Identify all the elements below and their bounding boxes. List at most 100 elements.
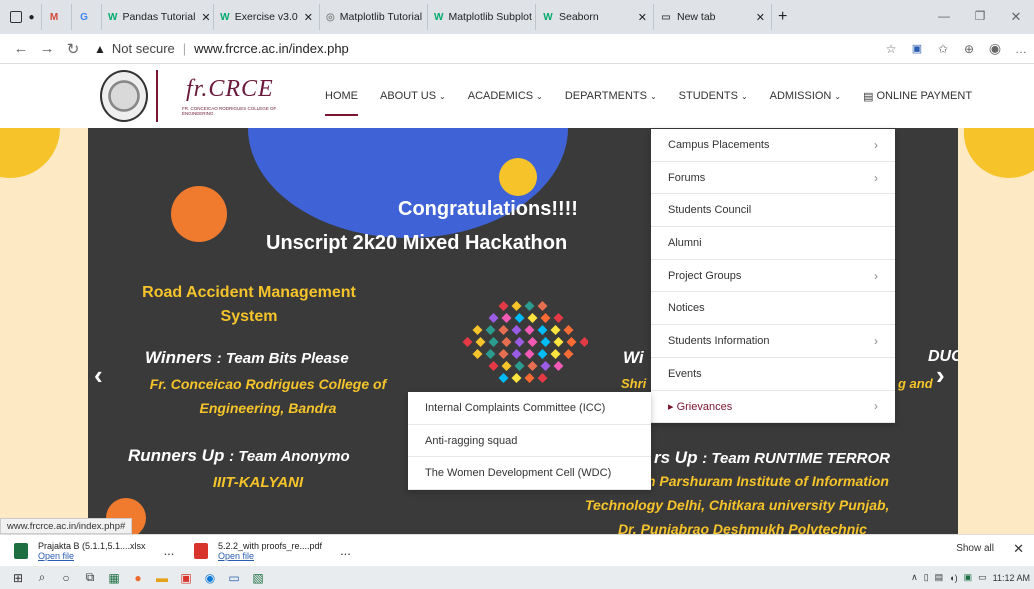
mosaic-tile [550,325,561,335]
students-menu-item[interactable]: Project Groups › [651,260,895,293]
tray-app-icon[interactable]: ▣ [964,572,973,583]
mosaic-tile [537,301,548,311]
excel-window-icon[interactable]: ▧ [246,571,270,585]
students-menu-item[interactable]: ▸ Grievances › [651,391,895,424]
favorite-star-icon[interactable]: ☆ [878,42,904,56]
tab-actions-icon[interactable] [10,11,22,23]
google-icon: G [80,11,88,23]
open-file-link[interactable]: Open file [218,551,322,561]
nav-students[interactable]: STUDENTS ⌄ [679,64,748,128]
browser-tab[interactable]: W Seaborn ✕ [536,4,654,30]
congrats-heading: Congratulations!!!! [398,198,578,220]
download-more-options[interactable]: ... [340,543,351,558]
slider-next-arrow-icon[interactable]: › [936,360,945,391]
outlook-app-icon[interactable]: ▭ [222,571,246,585]
powerpoint-app-icon[interactable]: ▣ [174,571,198,585]
grievances-menu-item[interactable]: Anti-ragging squad [408,425,651,458]
open-file-link[interactable]: Open file [38,551,146,561]
nav-admission[interactable]: ADMISSION ⌄ [770,64,841,128]
slider-prev-arrow-icon[interactable]: ‹ [94,360,103,391]
mosaic-tile [566,337,577,347]
grievances-menu-item[interactable]: Internal Complaints Committee (ICC) [408,392,651,425]
tray-chevron-icon[interactable]: ∧ [911,572,918,583]
nav-home[interactable]: HOME [325,64,358,128]
mosaic-tile [498,325,509,335]
search-icon[interactable]: ⌕ [30,570,54,585]
back-icon[interactable]: ← [8,40,34,57]
more-menu-icon[interactable]: … [1008,42,1034,56]
forward-icon[interactable]: → [34,40,60,57]
status-url-tooltip: www.frcrce.ac.in/index.php# [0,518,133,534]
windows-start-icon[interactable]: ⊞ [6,571,30,585]
extension-icon[interactable]: ▣ [904,42,930,55]
browser-tab[interactable]: ▭ New tab ✕ [654,4,772,30]
close-tab-icon[interactable]: ✕ [195,11,210,24]
students-menu-item[interactable]: Students Information › [651,325,895,358]
close-tab-icon[interactable]: ✕ [632,11,647,24]
notification-icon[interactable]: ▭ [978,572,987,583]
students-menu-item[interactable]: Campus Placements › [651,129,895,162]
favorites-icon[interactable]: ✩ [930,42,956,56]
nav-departments[interactable]: DEPARTMENTS ⌄ [565,64,657,128]
minimize-icon[interactable]: — [926,9,962,25]
browser-tab[interactable]: W Pandas Tutorial ✕ [102,4,214,30]
nav-online-payment[interactable]: ▤ ONLINE PAYMENT [863,64,972,128]
network-icon[interactable]: ▤ [935,572,944,583]
browser-tab[interactable]: M [42,4,72,30]
students-menu-item[interactable]: Alumni [651,227,895,260]
mosaic-tile [524,301,535,311]
browser-tab[interactable]: G [72,4,102,30]
browser-tab[interactable]: ◎Matplotlib Tutorial✕ [320,4,428,30]
students-menu-item[interactable]: Notices [651,292,895,326]
college-seal-logo[interactable] [100,70,148,122]
mosaic-tile [501,313,512,323]
close-tab-icon[interactable]: ✕ [750,11,765,24]
new-tab-button[interactable]: + [772,4,793,30]
mosaic-tile [524,325,535,335]
nav-academics[interactable]: ACADEMICS ⌄ [468,64,543,128]
mosaic-tile [537,373,548,383]
college-wordmark-logo[interactable]: fr.CRCE FR. CONCEICAO RODRIGUES COLLEGE … [156,70,296,122]
battery-icon[interactable]: ▯ [924,572,929,583]
volume-icon[interactable]: ◖) [949,573,957,583]
mosaic-tile [540,337,551,347]
restore-icon[interactable]: ❐ [962,9,998,25]
profile-avatar-icon[interactable]: ◉ [982,40,1008,57]
edge-app-icon[interactable]: ◉ [198,571,222,585]
url-field[interactable]: ▲ Not secure | www.frcrce.ac.in/index.ph… [94,41,349,56]
runners-line: Runners Up : Team Anonymo [128,446,350,465]
mosaic-tile [485,349,496,359]
firefox-app-icon[interactable]: ● [126,571,150,585]
right-runners-line: rs Up : Team RUNTIME TERROR [654,448,890,467]
show-all-downloads-button[interactable]: Show all [956,543,994,554]
browser-tab[interactable]: WMatplotlib Subplot✕ [428,4,536,30]
students-menu-item[interactable]: Students Council [651,194,895,228]
download-more-options[interactable]: ... [164,543,175,558]
excel-app-icon[interactable]: ▦ [102,571,126,585]
nav-about-us[interactable]: ABOUT US ⌄ [380,64,446,128]
cortana-icon[interactable]: ○ [54,571,78,585]
students-menu-item[interactable]: Forums › [651,162,895,195]
task-view-icon[interactable]: ⧉ [78,570,102,585]
close-download-bar-icon[interactable]: ✕ [1013,541,1024,557]
tab-label: Matplotlib Subplot [448,11,532,23]
grievances-menu-item[interactable]: The Women Development Cell (WDC) [408,457,651,491]
close-window-icon[interactable]: ✕ [998,9,1034,25]
clock[interactable]: 11:12 AM [993,573,1030,583]
tab-label: Exercise v3.0 [234,11,298,23]
browser-tab[interactable]: W Exercise v3.0 ✕ [214,4,320,30]
mosaic-tile [563,325,574,335]
not-secure-label: Not secure [111,41,175,56]
refresh-icon[interactable]: ↻ [60,40,86,58]
mosaic-tile [553,313,564,323]
close-tab-icon[interactable]: ✕ [298,11,313,24]
project-title-line2: System [220,308,278,325]
browser-profile-icon[interactable]: ● [22,4,42,30]
download-item[interactable]: 5.2.2_with proofs_re....pdf Open file... [180,535,360,567]
right-winners-fragment: Wi [623,348,644,367]
download-item[interactable]: Prajakta B (5.1.1,5.1....xlsx Open file..… [0,535,180,567]
students-menu-item[interactable]: Events [651,358,895,391]
collections-icon[interactable]: ⊕ [956,42,982,56]
mosaic-tile [553,361,564,371]
file-explorer-icon[interactable]: ▬ [150,571,174,585]
